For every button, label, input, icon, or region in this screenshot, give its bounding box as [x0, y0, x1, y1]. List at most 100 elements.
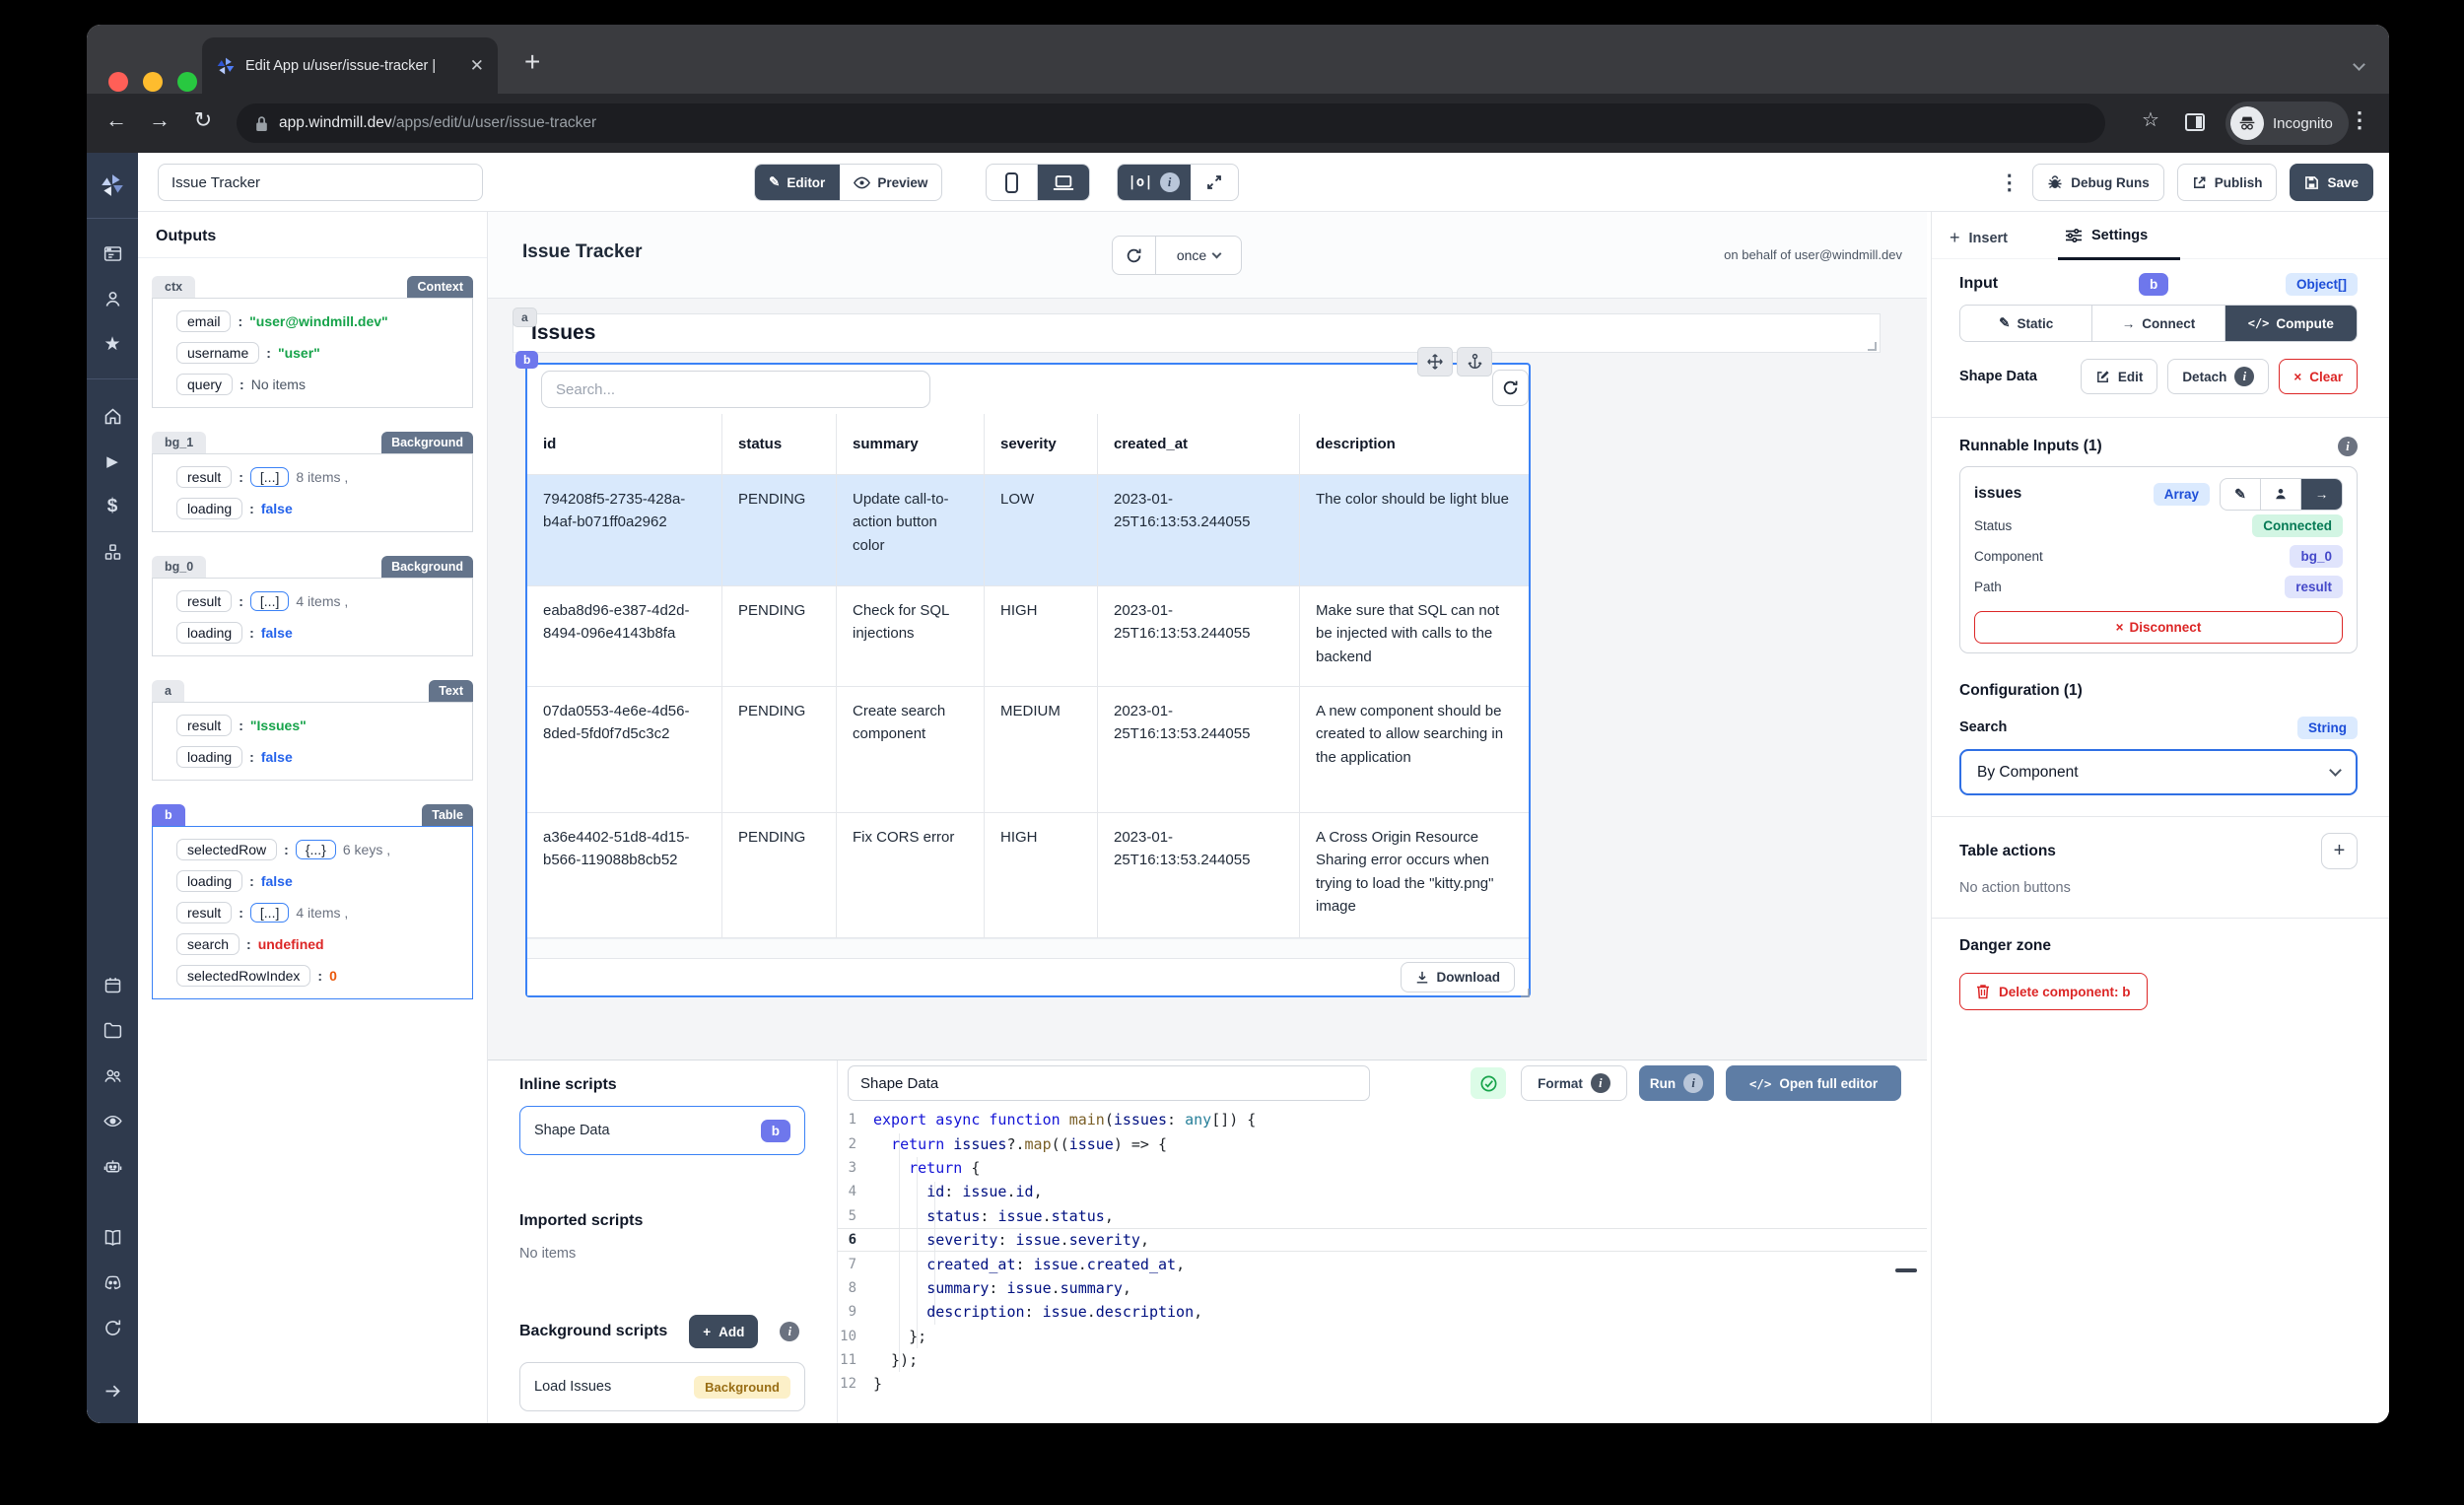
resize-handle[interactable]	[1521, 989, 1530, 997]
background-script-item[interactable]: Load Issues Background	[519, 1362, 805, 1411]
debug-runs-button[interactable]: Debug Runs	[2032, 164, 2164, 201]
output-key[interactable]: loading	[176, 498, 243, 519]
tab-close-icon[interactable]: ✕	[470, 56, 484, 76]
fullscreen-button[interactable]	[1191, 165, 1238, 200]
sidebar-calendar-icon[interactable]	[95, 967, 130, 1002]
output-key[interactable]: username	[176, 342, 260, 364]
open-full-editor-button[interactable]: </> Open full editor	[1726, 1065, 1901, 1101]
edit-script-button[interactable]: Edit	[2080, 359, 2158, 394]
sidebar-book-icon[interactable]	[95, 1219, 130, 1255]
text-component[interactable]: Issues	[513, 313, 1881, 353]
more-options-icon[interactable]: ⋮	[1999, 171, 2019, 195]
forward-icon[interactable]: →	[144, 107, 175, 133]
output-key[interactable]: query	[176, 374, 234, 395]
sidebar-arrow-right-icon[interactable]	[95, 1373, 130, 1408]
sidebar-windmill-logo-icon[interactable]	[95, 168, 130, 203]
desktop-view-button[interactable]	[1038, 165, 1089, 200]
move-icon[interactable]	[1417, 347, 1453, 376]
sidebar-play-icon[interactable]: ▶	[95, 444, 130, 479]
sidebar-sync-icon[interactable]	[95, 1310, 130, 1345]
column-header-description[interactable]: description	[1300, 414, 1529, 474]
output-key[interactable]: email	[176, 310, 232, 332]
table-refresh-button[interactable]	[1492, 370, 1529, 406]
expand-pill[interactable]: [...]	[249, 591, 290, 611]
expand-pill[interactable]: {...}	[295, 840, 336, 859]
static-mode-button[interactable]: ✎ Static	[1960, 306, 2093, 341]
output-key[interactable]: search	[176, 933, 240, 955]
output-section-tab[interactable]: bg_1	[152, 432, 207, 453]
column-header-id[interactable]: id	[527, 414, 722, 474]
script-name-input[interactable]	[848, 1065, 1370, 1101]
back-icon[interactable]: ←	[101, 107, 132, 133]
delete-component-button[interactable]: Delete component: b	[1959, 973, 2148, 1010]
close-window-button[interactable]	[108, 72, 128, 92]
output-key[interactable]: loading	[176, 622, 243, 644]
browser-menu-icon[interactable]: ⋮	[2344, 107, 2375, 133]
sidebar-star-icon[interactable]: ★	[95, 326, 130, 362]
table-search-input[interactable]	[541, 371, 930, 408]
sidebar-eye-icon[interactable]	[95, 1103, 130, 1138]
sidebar-users-icon[interactable]	[95, 1058, 130, 1093]
tab-settings[interactable]: Settings	[2065, 228, 2148, 243]
sidebar-robot-icon[interactable]	[95, 1148, 130, 1184]
disconnect-button[interactable]: × Disconnect	[1974, 611, 2343, 644]
column-header-summary[interactable]: summary	[837, 414, 985, 474]
app-name-input[interactable]	[158, 164, 483, 201]
sidebar-home-icon[interactable]	[95, 398, 130, 434]
browser-tab[interactable]: Edit App u/user/issue-tracker | ✕	[202, 37, 498, 94]
side-panel-icon[interactable]	[2184, 111, 2206, 133]
output-section-tab[interactable]: ctx	[152, 276, 196, 298]
table-row[interactable]: 794208f5-2735-428a-b4af-b071ff0a2962 PEND…	[527, 475, 1529, 586]
search-mode-select[interactable]: By Component	[1959, 749, 2358, 795]
output-key[interactable]: result	[176, 466, 233, 488]
new-tab-button[interactable]: +	[524, 46, 540, 78]
minimize-window-button[interactable]	[143, 72, 163, 92]
sidebar-cubes-icon[interactable]	[95, 534, 130, 570]
user-kind-button[interactable]	[2261, 478, 2301, 510]
sidebar-dollar-icon[interactable]: $	[95, 489, 130, 524]
table-component[interactable]: idstatussummaryseveritycreated_atdescrip…	[525, 363, 1531, 997]
column-header-created_at[interactable]: created_at	[1098, 414, 1300, 474]
connect-mode-button[interactable]: → Connect	[2092, 306, 2225, 341]
code-editor[interactable]: 1 export async function main(issues: any[…	[838, 1108, 1927, 1423]
output-key[interactable]: loading	[176, 746, 243, 768]
download-button[interactable]: Download	[1400, 962, 1515, 992]
publish-button[interactable]: Publish	[2176, 164, 2278, 201]
maximize-window-button[interactable]	[177, 72, 197, 92]
component-b-chip[interactable]: b	[515, 351, 539, 369]
output-key[interactable]: result	[176, 902, 233, 924]
detach-button[interactable]: Detach i	[2167, 359, 2270, 394]
output-section-tab[interactable]: a	[152, 680, 184, 702]
output-key[interactable]: selectedRow	[176, 839, 278, 860]
output-section-tab[interactable]: bg_0	[152, 556, 207, 578]
anchor-icon[interactable]	[1457, 347, 1492, 376]
column-header-severity[interactable]: severity	[985, 414, 1098, 474]
save-button[interactable]: Save	[2290, 164, 2373, 201]
run-button[interactable]: Run i	[1639, 1065, 1714, 1101]
sidebar-discord-icon[interactable]	[95, 1265, 130, 1300]
output-key[interactable]: selectedRowIndex	[176, 965, 311, 987]
sidebar-folder-icon[interactable]	[95, 1012, 130, 1048]
inline-script-item[interactable]: Shape Data b	[519, 1106, 805, 1155]
preview-mode-button[interactable]: Preview	[840, 165, 941, 200]
mobile-view-button[interactable]	[987, 165, 1038, 200]
table-row[interactable]: a36e4402-51d8-4d15-b566-119088b8cb52 PEND…	[527, 813, 1529, 938]
resize-handle[interactable]	[1868, 342, 1877, 351]
tab-insert[interactable]: + Insert	[1950, 228, 2008, 248]
add-background-script-button[interactable]: + Add	[689, 1315, 759, 1348]
clear-button[interactable]: × Clear	[2279, 359, 2358, 394]
column-header-status[interactable]: status	[722, 414, 837, 474]
bookmark-star-icon[interactable]: ☆	[2135, 107, 2166, 132]
tab-search-chevron-icon[interactable]	[2353, 56, 2365, 74]
compute-mode-button[interactable]: </> Compute	[2224, 306, 2357, 341]
reload-icon[interactable]: ↻	[187, 107, 219, 133]
app-canvas[interactable]: a Issues b idstatussummaryseveritycreate…	[488, 299, 1927, 1060]
sidebar-app-window-icon[interactable]	[95, 236, 130, 271]
address-bar[interactable]: app.windmill.dev/apps/edit/u/user/issue-…	[237, 103, 2105, 143]
refresh-mode-dropdown[interactable]: once	[1156, 237, 1241, 274]
connect-kind-button[interactable]: →	[2301, 478, 2342, 510]
app-refresh-button[interactable]	[1113, 237, 1156, 274]
table-row[interactable]: eaba8d96-e387-4d2d-8494-096e4143b8fa PEND…	[527, 586, 1529, 687]
sidebar-user-icon[interactable]	[95, 281, 130, 316]
add-table-action-button[interactable]: +	[2321, 833, 2358, 869]
